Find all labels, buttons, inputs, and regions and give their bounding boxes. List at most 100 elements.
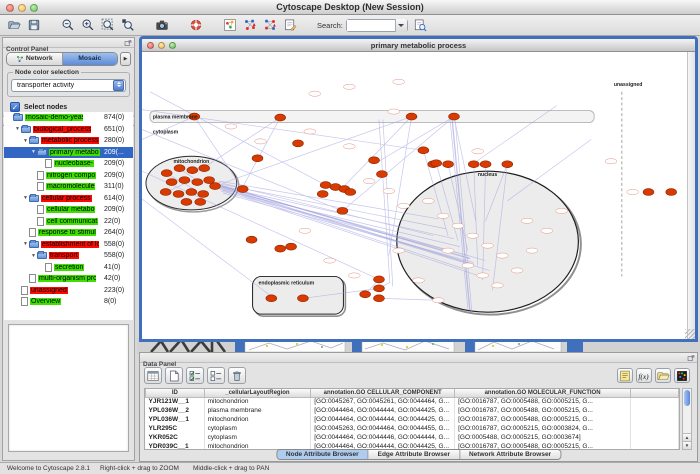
canvas-vertical-scrollbar[interactable] — [687, 52, 695, 339]
table-cell[interactable]: [GO:0005488, GO:0005215, GO:0003674] — [455, 433, 631, 442]
graph-node[interactable] — [317, 191, 328, 198]
table-column-header[interactable]: ID — [146, 389, 205, 397]
table-cell[interactable]: YKR052C — [146, 433, 205, 442]
graph-node-label[interactable] — [462, 263, 474, 268]
tree-expand-icon[interactable]: ▼ — [30, 253, 37, 259]
table-cell[interactable]: [GO:0044464, GO:0044444, GO:0044425, G..… — [311, 406, 455, 415]
network-tree-item[interactable]: unassigned223(0) — [4, 285, 133, 297]
zoom-fit-icon[interactable] — [99, 17, 116, 34]
table-cell[interactable]: [GO:0016787, GO:0005488, GO:0005215, G..… — [455, 406, 631, 415]
graph-node[interactable] — [237, 186, 248, 193]
graph-node[interactable] — [286, 243, 297, 250]
network-tree-item[interactable]: secretion41(0) — [4, 262, 133, 274]
table-cell[interactable]: [GO:0044464, GO:0044446, GO:0044444, G..… — [311, 433, 455, 442]
import-attributes-icon[interactable] — [617, 368, 633, 383]
float-data-panel-icon[interactable] — [687, 354, 695, 362]
table-column-header[interactable]: _cellularLayoutRegion — [204, 389, 311, 397]
tree-expand-icon[interactable]: ▼ — [22, 138, 29, 144]
advanced-search-icon[interactable] — [412, 17, 429, 34]
table-column-header[interactable] — [631, 389, 679, 397]
table-row[interactable]: YPL036W__1mitochondrion[GO:0044464, GO:0… — [146, 415, 679, 424]
graph-node[interactable] — [374, 276, 385, 283]
table-cell[interactable]: [GO:0045263, GO:0044464, GO:0044455, G..… — [311, 424, 455, 433]
network-tree-item[interactable]: ▼biological_process651(0) — [4, 124, 133, 136]
table-cell[interactable]: [GO:0045267, GO:0045261, GO:0044464, G..… — [311, 397, 455, 406]
attribute-table-icon[interactable] — [144, 367, 162, 384]
network-canvas[interactable]: plasma membranecytoplasmmitochondrionnuc… — [142, 52, 687, 339]
graph-node-label[interactable] — [511, 268, 523, 273]
tab-mosaic[interactable]: Mosaic — [63, 53, 118, 65]
graph-node-label[interactable] — [605, 159, 617, 164]
table-cell[interactable]: YDR039C__1 — [146, 442, 205, 450]
table-row[interactable]: YPL036W__2plasma membrane[GO:0044464, GO… — [146, 406, 679, 415]
network-tree-item[interactable]: cellular metabo209(0) — [4, 204, 133, 216]
table-cell[interactable] — [631, 442, 679, 450]
network-tree-item[interactable]: ▼metabolic process280(0) — [4, 135, 133, 147]
graph-node[interactable] — [406, 113, 417, 120]
graph-node[interactable] — [480, 161, 491, 168]
graph-node[interactable] — [210, 183, 221, 190]
search-dropdown-icon[interactable] — [395, 19, 407, 32]
graph-node-label[interactable] — [343, 84, 355, 89]
scroll-down-icon[interactable]: ▼ — [683, 441, 691, 449]
graph-node-label[interactable] — [299, 228, 311, 233]
select-attributes-icon[interactable] — [186, 367, 204, 384]
network-tree-item[interactable]: cell communicat22(0) — [4, 216, 133, 228]
graph-node[interactable] — [174, 165, 185, 172]
tree-expand-icon[interactable]: ▼ — [22, 195, 29, 201]
table-cell[interactable] — [631, 415, 679, 424]
graph-node-label[interactable] — [413, 278, 425, 283]
graph-node-label[interactable] — [492, 283, 504, 288]
graph-node-label[interactable] — [437, 213, 449, 218]
table-cell[interactable]: [GO:0016787, GO:0005488, GO:0005215, G..… — [455, 415, 631, 424]
graph-node[interactable] — [468, 161, 479, 168]
network-window-titlebar[interactable]: primary metabolic process — [142, 39, 695, 52]
tree-expand-icon[interactable]: ▼ — [22, 241, 29, 247]
table-cell[interactable]: YLR295C — [146, 424, 205, 433]
graph-node[interactable] — [161, 170, 172, 177]
table-row[interactable]: YLR295Ccytoplasm[GO:0045263, GO:0044464,… — [146, 424, 679, 433]
graph-node[interactable] — [204, 177, 215, 184]
network-tree-item[interactable]: nucleobase-209(0) — [4, 158, 133, 170]
graph-node-label[interactable] — [627, 189, 639, 194]
table-cell[interactable] — [631, 397, 679, 406]
network-overview-icon[interactable] — [221, 17, 238, 34]
graph-node[interactable] — [337, 207, 348, 214]
table-cell[interactable]: mitochondrion — [204, 415, 311, 424]
table-cell[interactable]: cytoplasm — [204, 433, 311, 442]
graph-node[interactable] — [173, 191, 184, 198]
graph-node-label[interactable] — [556, 208, 568, 213]
graph-node[interactable] — [443, 161, 454, 168]
graph-node-label[interactable] — [472, 149, 484, 154]
table-cell[interactable]: plasma membrane — [204, 406, 311, 415]
tab-overflow-button[interactable]: ▶ — [120, 52, 131, 66]
tab-network[interactable]: Network — [7, 53, 63, 65]
graph-node[interactable] — [186, 189, 197, 196]
graph-node-label[interactable] — [393, 79, 405, 84]
zoom-selected-icon[interactable] — [119, 17, 136, 34]
table-cell[interactable] — [631, 406, 679, 415]
unselect-attributes-icon[interactable] — [207, 367, 225, 384]
network-tree-item[interactable]: ▼transport558(0) — [4, 250, 133, 262]
formula-builder-icon[interactable]: f(x) — [636, 368, 652, 383]
graph-node-label[interactable] — [383, 188, 395, 193]
graph-node[interactable] — [502, 161, 513, 168]
network-tree-item[interactable]: nitrogen compo209(0) — [4, 170, 133, 182]
network-tree-item[interactable]: Overview8(0) — [4, 296, 133, 308]
graph-node[interactable] — [198, 191, 209, 198]
table-cell[interactable]: YJR121W__1 — [146, 397, 205, 406]
graph-node[interactable] — [160, 189, 171, 196]
graph-node[interactable] — [187, 167, 198, 174]
network-tree-item[interactable]: ▼establishment of lo558(0) — [4, 239, 133, 251]
graph-node-label[interactable] — [452, 223, 464, 228]
graph-node[interactable] — [252, 155, 263, 162]
graph-node[interactable] — [275, 114, 286, 121]
table-cell[interactable]: [GO:0016787, GO:0005215, GO:0003824, G..… — [455, 424, 631, 433]
tab-edge-attribute-browser[interactable]: Edge Attribute Browser — [369, 450, 460, 459]
graph-node[interactable] — [192, 179, 203, 186]
snapshot-icon[interactable] — [153, 17, 170, 34]
layout-network-b-icon[interactable] — [261, 17, 278, 34]
graph-node-label[interactable] — [363, 179, 375, 184]
graph-node-label[interactable] — [442, 248, 454, 253]
graph-node[interactable] — [376, 171, 387, 178]
